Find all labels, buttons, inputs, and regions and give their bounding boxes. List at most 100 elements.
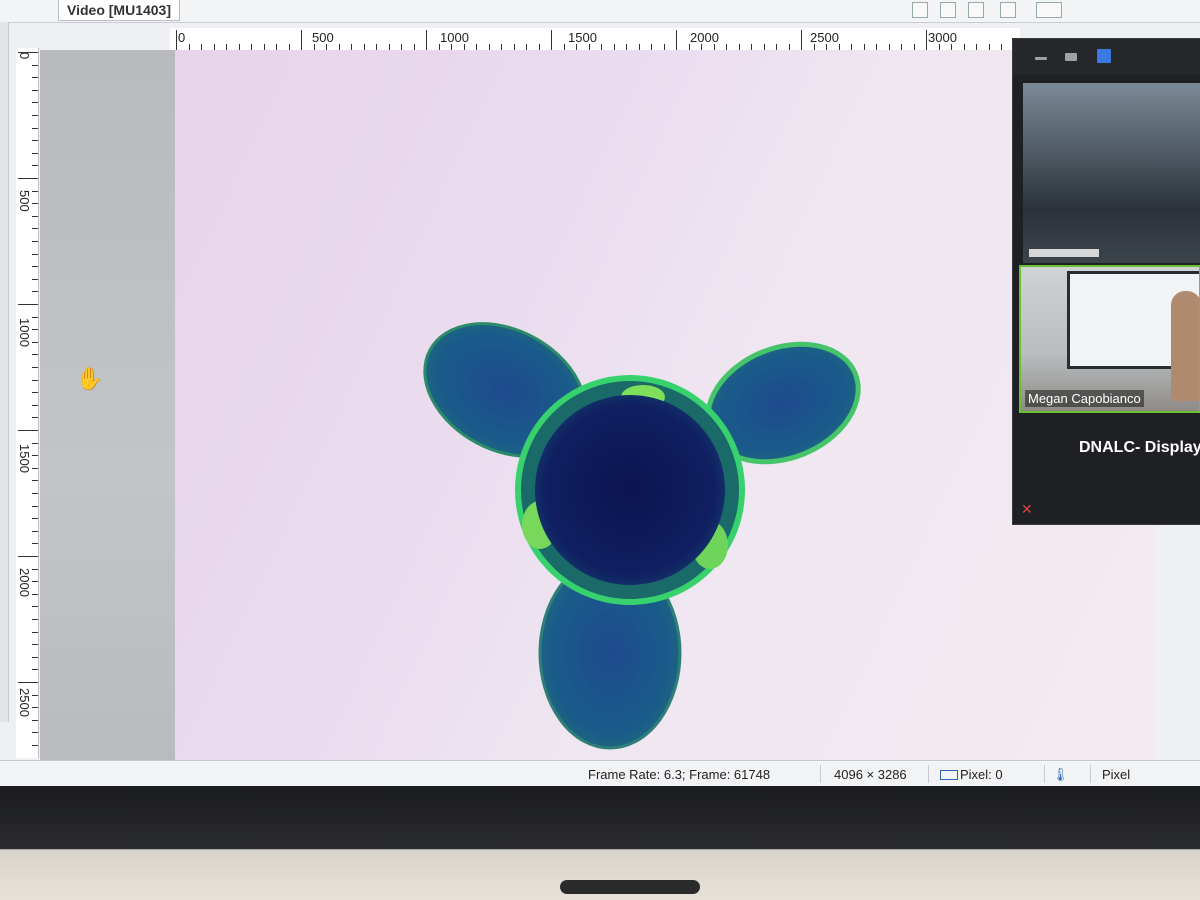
ruler-tick	[32, 392, 38, 394]
ruler-v-label: 2000	[17, 568, 32, 597]
ruler-tick	[676, 30, 677, 50]
ruler-tick	[32, 102, 38, 104]
status-separator	[1090, 765, 1091, 783]
tab-video[interactable]: Video [MU1403]	[58, 0, 180, 21]
ruler-tick	[32, 291, 38, 293]
video-call-panel[interactable]: Megan Capobianco DNALC- Display ✕	[1012, 38, 1200, 525]
ruler-tick	[32, 631, 38, 633]
ruler-tick	[32, 417, 38, 419]
ruler-tick	[32, 89, 38, 91]
toolbar-icon-2[interactable]	[940, 2, 956, 18]
unit-label: Pixel	[1102, 767, 1131, 782]
ruler-tick	[32, 480, 38, 482]
ruler-tick	[32, 203, 38, 205]
status-separator	[1044, 765, 1045, 783]
ruler-tick	[32, 64, 38, 66]
ruler-tick	[32, 354, 38, 356]
restore-icon[interactable]	[1065, 53, 1077, 61]
vertical-ruler: 0 500 1000 1500 2000 2500	[16, 48, 39, 758]
ruler-tick	[32, 278, 38, 280]
ruler-tick	[32, 530, 38, 532]
ruler-tick	[32, 266, 38, 268]
participant-video-classroom[interactable]	[1023, 83, 1200, 263]
status-separator	[928, 765, 929, 783]
left-panel-edge	[0, 22, 9, 722]
ruler-tick	[32, 241, 38, 242]
horizontal-ruler: 0 500 1000 1500 2000 2500 3000	[170, 28, 1020, 51]
microscope-image[interactable]	[175, 50, 1155, 760]
ruler-tick	[926, 30, 927, 50]
ruler-tick	[32, 656, 38, 658]
participant-name-redacted	[1029, 249, 1099, 257]
tab-bar: Video [MU1403]	[0, 0, 1200, 23]
ruler-tick	[32, 152, 38, 154]
ruler-tick	[32, 190, 38, 192]
ruler-tick	[32, 127, 38, 129]
ruler-tick	[32, 518, 38, 520]
ruler-tick	[18, 304, 38, 305]
ruler-h-label: 2000	[690, 30, 719, 45]
ruler-tick	[32, 404, 38, 406]
ruler-tick	[551, 30, 552, 50]
ruler-tick	[32, 493, 38, 494]
ruler-tick	[32, 77, 38, 79]
participant-video-active[interactable]: Megan Capobianco	[1019, 265, 1200, 413]
ruler-tick	[32, 467, 38, 469]
toolbar-dropdown[interactable]	[1036, 2, 1062, 18]
microphone-muted-icon[interactable]: ✕	[1021, 501, 1033, 518]
ruler-tick	[32, 442, 38, 444]
minimize-icon[interactable]	[1035, 57, 1047, 60]
ruler-h-label: 500	[312, 30, 334, 45]
ruler-tick	[32, 367, 38, 368]
ruler-icon	[940, 770, 958, 780]
frame-info: Frame Rate: 6.3; Frame: 61748	[588, 767, 771, 782]
ruler-tick	[18, 556, 38, 557]
participant-figure	[1171, 291, 1199, 401]
pixel-value: Pixel: 0	[960, 767, 1003, 782]
ruler-v-label: 0	[17, 52, 32, 60]
ruler-tick	[32, 719, 38, 721]
ruler-v-label: 2500	[17, 688, 32, 717]
toolbar-icon-3[interactable]	[968, 2, 984, 18]
ruler-h-label: 1500	[568, 30, 597, 45]
toolbar-icon-4[interactable]	[1000, 2, 1016, 18]
ruler-tick	[176, 30, 177, 50]
status-separator	[820, 765, 821, 783]
ruler-tick	[32, 669, 38, 671]
ruler-tick	[32, 745, 38, 746]
ruler-tick	[32, 581, 38, 583]
hand-cursor-icon: ✋	[76, 366, 104, 391]
ruler-tick	[18, 52, 38, 53]
pen	[560, 880, 700, 894]
specimen-image	[423, 322, 861, 750]
toolbar-icon-1[interactable]	[912, 2, 928, 18]
ruler-tick	[18, 430, 38, 431]
ruler-h-label: 1000	[440, 30, 469, 45]
thermometer-icon: 🌡	[1052, 767, 1069, 782]
ruler-tick	[32, 644, 38, 646]
ruler-v-label: 1000	[17, 318, 32, 347]
ruler-tick	[32, 732, 38, 734]
screen: Video [MU1403] 0 500 1000 1500 2000 2500…	[0, 0, 1200, 830]
image-resolution: 4096 × 3286	[834, 767, 907, 782]
status-bar: Frame Rate: 6.3; Frame: 61748 4096 × 328…	[0, 760, 1200, 787]
ruler-tick	[32, 329, 38, 331]
ruler-tick	[32, 341, 38, 343]
ruler-v-label: 500	[17, 190, 32, 212]
ruler-tick	[301, 30, 302, 50]
ruler-tick	[32, 694, 38, 696]
display-label: DNALC- Display	[1079, 439, 1200, 456]
ruler-tick	[32, 505, 38, 507]
ruler-tick	[32, 593, 38, 595]
ruler-tick	[32, 568, 38, 570]
ruler-tick	[426, 30, 427, 50]
ruler-tick	[32, 455, 38, 457]
ruler-tick	[32, 543, 38, 545]
ruler-tick	[32, 316, 38, 318]
layout-icon[interactable]	[1097, 49, 1111, 63]
ruler-tick	[32, 140, 38, 142]
ruler-v-label: 1500	[17, 444, 32, 473]
ruler-tick	[32, 215, 38, 217]
ruler-tick	[32, 115, 38, 116]
ruler-tick	[18, 682, 38, 683]
